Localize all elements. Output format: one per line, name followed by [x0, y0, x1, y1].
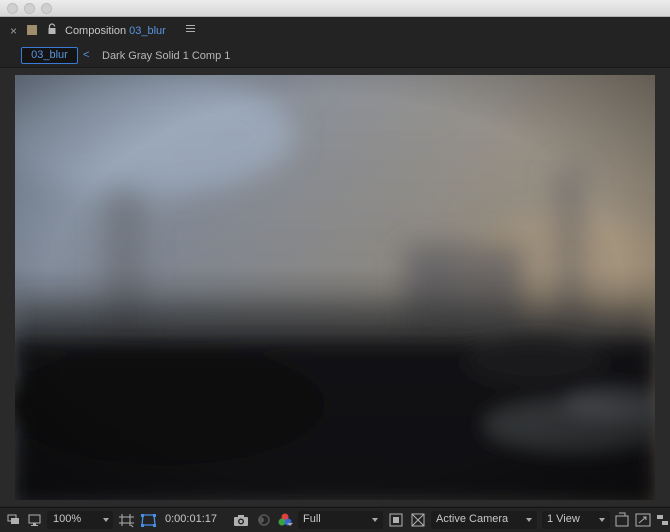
blurred-footage-frame [15, 75, 655, 500]
label-color-swatch[interactable] [27, 25, 37, 35]
panel-title-prefix: Composition [65, 25, 127, 37]
view-layout-value[interactable]: 1 View [547, 513, 580, 525]
zoom-window-button[interactable] [41, 3, 52, 14]
resolution-caret-icon[interactable] [372, 518, 378, 522]
magnification-value[interactable]: 100% [53, 513, 81, 525]
camera-view-caret-icon[interactable] [526, 518, 532, 522]
window-titlebar [0, 0, 670, 17]
panel-menu-icon[interactable] [186, 25, 195, 33]
close-panel-icon[interactable]: × [10, 24, 17, 38]
close-window-button[interactable] [7, 3, 18, 14]
breadcrumb-active-composition[interactable]: 03_blur [21, 47, 78, 64]
composition-panel-header: × Composition 03_blur [0, 17, 670, 45]
camera-snapshot-icon[interactable] [232, 512, 250, 528]
current-time-display[interactable]: 0:00:01:17 [165, 513, 217, 525]
resolution-value[interactable]: Full [303, 513, 321, 525]
channels-caret-icon[interactable] [287, 523, 293, 526]
show-snapshot-icon[interactable] [255, 512, 271, 528]
panel-title: Composition 03_blur [65, 25, 166, 37]
monitor-icon[interactable] [27, 512, 43, 528]
view-layout-caret-icon[interactable] [599, 518, 605, 522]
timeline-icon[interactable] [635, 512, 651, 528]
lock-icon[interactable] [47, 22, 57, 34]
composition-canvas[interactable] [15, 75, 655, 500]
composition-viewer [0, 68, 670, 506]
fast-previews-icon[interactable] [614, 512, 630, 528]
mask-visibility-icon[interactable] [140, 512, 158, 528]
transparency-grid-icon[interactable] [410, 512, 426, 528]
grid-guides-icon[interactable] [118, 512, 136, 528]
camera-view-value[interactable]: Active Camera [436, 513, 508, 525]
viewer-toolbar: 100% 0:00:01:17 Full Active Camera 1 Vie… [0, 507, 670, 532]
always-preview-icon[interactable] [6, 512, 22, 528]
minimize-window-button[interactable] [24, 3, 35, 14]
region-of-interest-icon[interactable] [388, 512, 404, 528]
flowchart-icon[interactable] [656, 512, 670, 528]
composition-name[interactable]: 03_blur [129, 25, 166, 37]
composition-navigator: 03_blur < Dark Gray Solid 1 Comp 1 [0, 45, 670, 68]
breadcrumb-next-composition[interactable]: Dark Gray Solid 1 Comp 1 [102, 50, 230, 62]
magnification-caret-icon[interactable] [103, 518, 109, 522]
breadcrumb-chevron-icon[interactable]: < [83, 49, 89, 61]
